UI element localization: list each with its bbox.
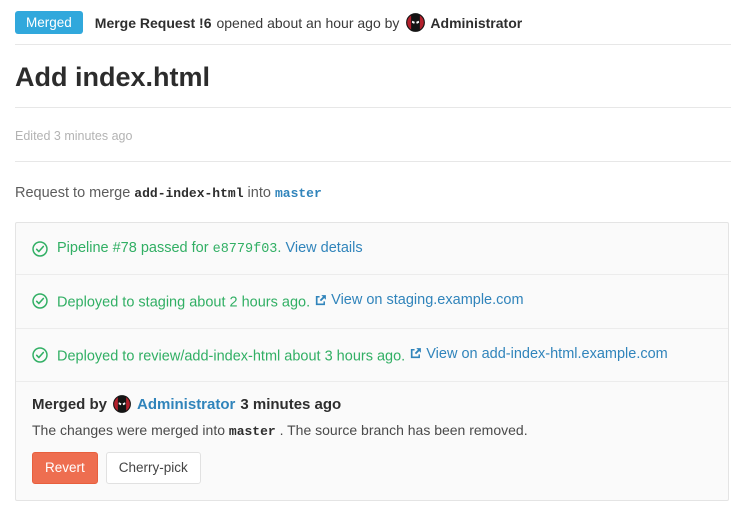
mr-state-header: Merged Merge Request !6 opened about an … [0, 0, 731, 44]
target-branch-link[interactable]: master [275, 186, 322, 201]
merged-body-text: The changes were merged into master . Th… [32, 422, 712, 439]
view-on-review-link[interactable]: View on add-index-html.example.com [426, 346, 668, 362]
source-branch: add-index-html [134, 186, 243, 201]
pipeline-status-row: Pipeline #78 passed for e8779f03. View d… [16, 223, 728, 275]
deployment-row-staging: Deployed to staging about 2 hours ago. V… [16, 275, 728, 329]
status-badge: Merged [15, 11, 83, 34]
external-link-icon [409, 347, 422, 360]
deployment-text: Deployed to review/add-index-html about … [57, 346, 668, 365]
request-prefix: Request to merge [15, 185, 130, 201]
merged-actions: Revert Cherry-pick [32, 452, 712, 484]
deadpool-avatar-icon [406, 13, 425, 32]
commit-sha-link[interactable]: e8779f03 [213, 242, 278, 257]
merged-by-heading: Merged by Administrator 3 minutes ago [32, 395, 712, 413]
divider [15, 44, 731, 45]
merged-time: 3 minutes ago [240, 396, 341, 413]
edited-note: Edited 3 minutes ago [15, 129, 716, 143]
external-link-icon [314, 294, 327, 307]
revert-button[interactable]: Revert [32, 452, 98, 484]
mr-widget: Pipeline #78 passed for e8779f03. View d… [15, 222, 729, 501]
merger-name-link[interactable]: Administrator [137, 396, 235, 413]
success-check-icon [32, 241, 48, 257]
success-check-icon [32, 347, 48, 363]
merged-by-label: Merged by [32, 396, 107, 413]
request-connector: into [248, 185, 271, 201]
deadpool-avatar-icon [113, 395, 131, 413]
author-name[interactable]: Administrator [430, 15, 522, 31]
merged-target-branch: master [229, 424, 276, 439]
deployment-row-review: Deployed to review/add-index-html about … [16, 329, 728, 383]
page-title: Add index.html [15, 60, 716, 94]
cherry-pick-button[interactable]: Cherry-pick [106, 452, 201, 484]
merged-by-section: Merged by Administrator 3 minutes ago Th… [16, 382, 728, 500]
mr-reference: Merge Request !6 [95, 15, 212, 31]
opened-text: opened about an hour ago by [216, 15, 399, 31]
pipeline-text: Pipeline #78 passed for e8779f03. View d… [57, 240, 363, 257]
merger-avatar[interactable] [113, 395, 131, 413]
deployment-text: Deployed to staging about 2 hours ago. V… [57, 292, 524, 311]
view-details-link[interactable]: View details [285, 240, 362, 256]
divider [15, 161, 731, 162]
success-check-icon [32, 293, 48, 309]
author-avatar[interactable] [406, 13, 425, 32]
request-to-merge-line: Request to merge add-index-html into mas… [15, 185, 716, 201]
divider [15, 107, 731, 108]
view-on-staging-link[interactable]: View on staging.example.com [331, 292, 523, 308]
